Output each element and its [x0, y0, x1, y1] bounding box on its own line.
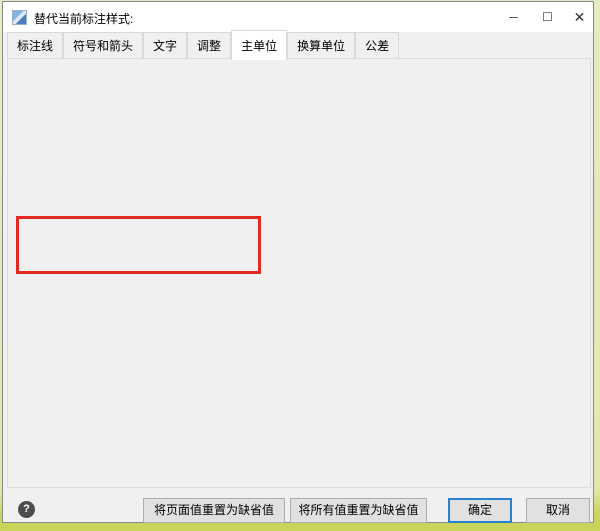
tab-primary-units[interactable]: 主单位: [231, 30, 288, 60]
close-button[interactable]: ✕: [564, 2, 595, 32]
tab-bar: 标注线 符号和箭头 文字 调整 主单位 换算单位 公差: [7, 30, 400, 60]
minimize-button[interactable]: ─: [498, 2, 529, 32]
dimension-style-override-dialog: 替代当前标注样式: ─ ☐ ✕ 标注线 符号和箭头 文字 调整 主单位 换算单位…: [2, 1, 594, 523]
reset-all-values-button[interactable]: 将所有值重置为缺省值: [290, 498, 427, 523]
tab-text[interactable]: 文字: [143, 32, 188, 59]
ok-button[interactable]: 确定: [448, 498, 512, 523]
tab-dimension-lines[interactable]: 标注线: [7, 32, 64, 59]
tab-tolerances[interactable]: 公差: [355, 32, 400, 59]
tab-symbols-arrows[interactable]: 符号和箭头: [63, 32, 144, 59]
maximize-button[interactable]: ☐: [532, 2, 563, 32]
window-title: 替代当前标注样式:: [34, 12, 134, 26]
title-bar: 替代当前标注样式: ─ ☐ ✕: [3, 2, 593, 32]
reset-page-values-button[interactable]: 将页面值重置为缺省值: [143, 498, 285, 523]
cancel-button[interactable]: 取消: [526, 498, 590, 523]
tab-alternate-units[interactable]: 换算单位: [287, 32, 356, 59]
app-icon: [12, 10, 27, 25]
tab-page: [7, 58, 591, 488]
help-button[interactable]: ?: [18, 501, 35, 518]
tab-fit[interactable]: 调整: [187, 32, 232, 59]
